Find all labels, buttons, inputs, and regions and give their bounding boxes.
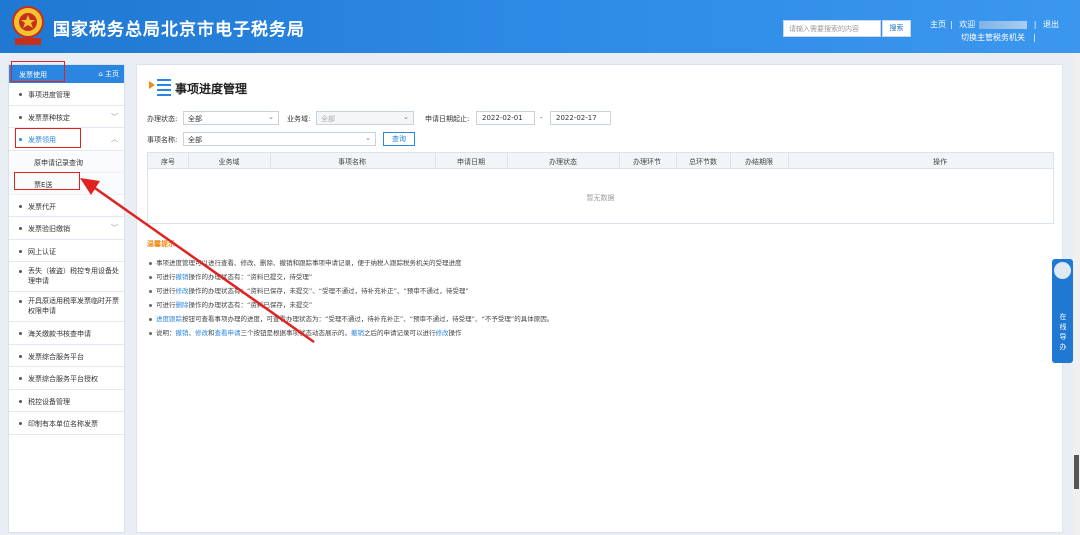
query-button[interactable]: 查询 <box>383 132 415 146</box>
tip-keyword: 撤销 <box>175 273 189 281</box>
tips-list: 事项进度管理可以进行查看、修改、删除、撤销和跟踪事项申请记录，便于纳税人跟踪税务… <box>149 256 553 340</box>
tip-keyword: 撤销 <box>175 329 189 337</box>
tip-text: 操作的办理状态有：“资料已保存，未提交”、“受理不通过，待补充补正”、“预审不通… <box>188 287 469 295</box>
scrollbar-thumb[interactable] <box>1074 455 1079 489</box>
tip-text: 按钮可查看事项办理的进度，可查看办理状态为：“受理不通过，待补充补正”、“预审不… <box>182 315 554 323</box>
column-header[interactable]: 申请日期 <box>457 157 485 167</box>
domain-label: 业务域: <box>287 115 311 123</box>
tip-text: 三个按钮是根据事项状态动态展示的， <box>240 329 352 337</box>
page-title: 事项进度管理 <box>175 82 248 96</box>
list-icon <box>149 79 171 96</box>
tip-keyword: 查看申请 <box>214 329 241 337</box>
highlight-box-invoice-claim <box>15 128 81 148</box>
tip-item: 说明：撤销、修改和查看申请三个按钮是根据事项状态动态展示的，撤销之后的申请记录可… <box>149 326 553 340</box>
tip-text: 事项进度管理可以进行查看、修改、删除、撤销和跟踪事项申请记录，便于纳税人跟踪税务… <box>156 259 462 267</box>
table-header: 序号 业务域 事项名称 申请日期 办理状态 办理环节 总环节数 办结期限 操作 <box>148 153 1053 169</box>
column-header[interactable]: 办理状态 <box>549 157 577 167</box>
chevron-down-icon: ⌄ <box>365 134 371 142</box>
search-input[interactable]: 请输入需要搜索的内容 <box>783 20 881 37</box>
sidebar-item-service-platform[interactable]: 发票综合服务平台 <box>9 345 124 367</box>
home-icon: ⌂ <box>98 70 105 78</box>
top-links: 主页 | 欢迎 | 退出 <box>930 20 1060 29</box>
column-header[interactable]: 事项名称 <box>338 157 366 167</box>
sidebar-subitem-history[interactable]: 原申请记录查询 <box>9 150 124 173</box>
column-header[interactable]: 办结期限 <box>745 157 773 167</box>
home-link[interactable]: 主页 <box>930 20 946 29</box>
tip-text: 可进行 <box>156 273 176 281</box>
sidebar-item-lost-device[interactable]: 丢失（被盗）税控专用设备处理申请 <box>9 262 124 292</box>
tip-keyword: 修改 <box>195 329 208 337</box>
results-table: 序号 业务域 事项名称 申请日期 办理状态 办理环节 总环节数 办结期限 操作 … <box>147 152 1054 224</box>
search-button[interactable]: 搜索 <box>882 20 911 37</box>
column-header[interactable]: 总环节数 <box>689 157 717 167</box>
tip-text: 之后的申请记录可以进行 <box>364 329 436 337</box>
tip-text: 操作 <box>448 329 462 337</box>
tip-text: 操作的办理状态有：“资料已提交，待受理” <box>188 273 313 281</box>
welcome-text: 欢迎 <box>959 20 976 29</box>
chevron-down-icon: ﹀ <box>111 224 118 232</box>
date-from-input[interactable]: 2022-02-01 <box>476 111 535 125</box>
item-name-label: 事项名称: <box>147 136 178 144</box>
chevron-down-icon: ﹀ <box>111 112 118 121</box>
date-range-label: 申请日期起止: <box>425 115 470 123</box>
column-header[interactable]: 操作 <box>933 157 947 167</box>
tip-item: 事项进度管理可以进行查看、修改、删除、撤销和跟踪事项申请记录，便于纳税人跟踪税务… <box>149 256 553 270</box>
domain-select[interactable]: 全部 ⌄ <box>316 111 414 125</box>
sidebar-item-online-auth[interactable]: 网上认证 <box>9 240 124 262</box>
tip-keyword: 撤销 <box>351 329 364 337</box>
online-guide-label: 在线导办 <box>1059 313 1067 351</box>
sidebar-item-invoice-type[interactable]: 发票票种核定 ﹀ <box>9 106 124 128</box>
tip-item: 可进行删除操作的办理状态有：“资料已保存，未提交” <box>149 298 553 312</box>
empty-state-text: 暂无数据 <box>586 194 615 202</box>
sidebar-item-invoice-cancel[interactable]: 发票验旧缴销 ﹀ <box>9 217 124 240</box>
sidebar-item-customs[interactable]: 海关缴款书核查申请 <box>9 322 124 345</box>
chevron-up-icon: ︿ <box>111 135 118 143</box>
sidebar-item-device-mgmt[interactable]: 税控设备管理 <box>9 390 124 412</box>
tip-keyword: 修改 <box>435 329 449 337</box>
tip-text: 说明： <box>156 329 176 337</box>
tip-text: 可进行 <box>156 287 176 295</box>
highlight-box-sidebar-header <box>11 61 65 82</box>
chevron-down-icon: ⌄ <box>268 113 274 121</box>
avatar-icon <box>1054 262 1071 279</box>
status-select[interactable]: 全部 ⌄ <box>183 111 279 125</box>
highlight-box-piaoesong <box>14 172 80 190</box>
sidebar-item-print-named[interactable]: 印制有本单位名称发票 <box>9 412 124 435</box>
tip-keyword: 修改 <box>175 287 189 295</box>
tips-title: 温馨提示 <box>147 240 175 248</box>
sidebar-item-invoice-issue[interactable]: 发票代开 <box>9 195 124 217</box>
column-header[interactable]: 序号 <box>161 157 175 167</box>
tip-keyword: 进度跟踪 <box>156 315 182 323</box>
tip-text: 操作的办理状态有：“资料已保存，未提交” <box>188 301 313 309</box>
tip-text: 可进行 <box>156 301 176 309</box>
column-header[interactable]: 办理环节 <box>633 157 661 167</box>
tip-item: 可进行修改操作的办理状态有：“资料已保存，未提交”、“受理不通过，待补充补正”、… <box>149 284 553 298</box>
sidebar-item-old-rate[interactable]: 开具原适用税率发票临时开票权限申请 <box>9 292 124 322</box>
switch-tax-office-link[interactable]: 切换主管税务机关 | <box>961 32 1036 43</box>
sidebar-home-link[interactable]: ⌂ 主页 <box>98 69 119 79</box>
item-name-select[interactable]: 全部 ⌄ <box>183 132 376 146</box>
logout-link[interactable]: 退出 <box>1043 20 1059 29</box>
status-label: 办理状态: <box>147 115 178 123</box>
tip-item: 进度跟踪按钮可查看事项办理的进度，可查看办理状态为：“受理不通过，待补充补正”、… <box>149 312 553 326</box>
main-panel: 事项进度管理 办理状态: 全部 ⌄ 业务域: 全部 ⌄ 申请日期起止: 2022-0… <box>136 64 1063 533</box>
tax-emblem-icon <box>12 6 44 45</box>
column-header[interactable]: 业务域 <box>219 157 240 167</box>
sidebar-item-platform-auth[interactable]: 发票综合服务平台授权 <box>9 367 124 390</box>
date-to-input[interactable]: 2022-02-17 <box>550 111 611 125</box>
date-separator: - <box>540 114 543 122</box>
sidebar-item-progress[interactable]: 事项进度管理 <box>9 83 124 106</box>
tip-item: 可进行撤销操作的办理状态有：“资料已提交，待受理” <box>149 270 553 284</box>
masked-username <box>979 20 1028 29</box>
top-header: 国家税务总局北京市电子税务局 请输入需要搜索的内容 搜索 主页 | 欢迎 | 退出… <box>0 0 1080 53</box>
tip-keyword: 删除 <box>175 301 189 309</box>
site-title: 国家税务总局北京市电子税务局 <box>53 20 305 40</box>
chevron-down-icon: ⌄ <box>403 113 409 121</box>
